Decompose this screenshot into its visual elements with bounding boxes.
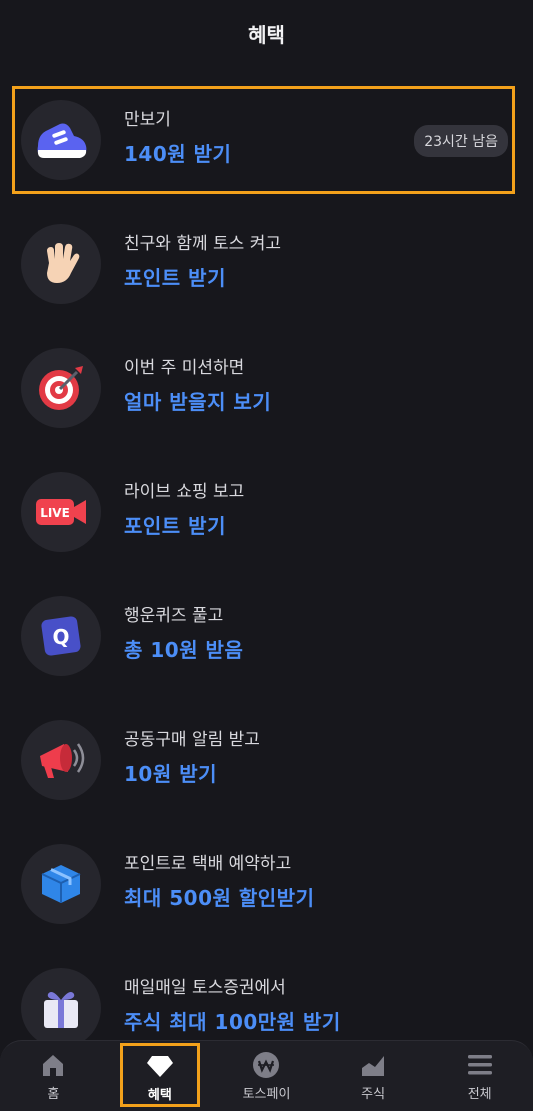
benefit-subtitle: 포인트로 택배 예약하고 [124, 854, 292, 874]
benefit-subtitle: 친구와 함께 토스 켜고 [124, 234, 281, 254]
benefits-page: 혜택 만보기 140원 받기 23시간 남음 친구와 함께 토스 켜고 포인트 … [0, 0, 533, 1111]
benefit-subtitle: 공동구매 알림 받고 [124, 730, 260, 750]
header: 혜택 [0, 0, 533, 66]
benefit-item-weekly-mission[interactable]: 이번 주 미션하면 얼마 받을지 보기 [0, 334, 533, 458]
menu-icon [466, 1051, 494, 1079]
benefit-item-friends[interactable]: 친구와 함께 토스 켜고 포인트 받기 [0, 210, 533, 334]
tab-label: 주식 [361, 1087, 386, 1102]
benefit-reward: 포인트 받기 [124, 266, 226, 290]
benefit-subtitle: 행운퀴즈 풀고 [124, 606, 224, 626]
gift-box-icon [21, 968, 101, 1048]
svg-text:LIVE: LIVE [40, 506, 70, 520]
benefit-subtitle: 이번 주 미션하면 [124, 358, 245, 378]
tab-tosspay[interactable]: 토스페이 [226, 1047, 306, 1111]
svg-text:Q: Q [52, 625, 69, 649]
benefit-reward: 10원 받기 [124, 762, 217, 786]
quiz-q-icon: Q [21, 596, 101, 676]
home-icon [39, 1051, 67, 1079]
won-coin-icon [252, 1051, 280, 1079]
benefit-item-live-shopping[interactable]: LIVE 라이브 쇼핑 보고 포인트 받기 [0, 458, 533, 582]
time-remaining-badge: 23시간 남음 [414, 125, 508, 157]
diamond-icon [146, 1052, 174, 1080]
page-title: 혜택 [248, 22, 285, 47]
sneaker-icon [21, 100, 101, 180]
megaphone-icon [21, 720, 101, 800]
tab-label: 토스페이 [242, 1087, 291, 1102]
benefit-item-parcel[interactable]: 포인트로 택배 예약하고 최대 500원 할인받기 [0, 830, 533, 954]
parcel-box-icon [21, 844, 101, 924]
benefit-reward: 포인트 받기 [124, 514, 226, 538]
benefit-reward: 주식 최대 100만원 받기 [124, 1010, 341, 1034]
live-camera-icon: LIVE [21, 472, 101, 552]
benefit-reward: 최대 500원 할인받기 [124, 886, 315, 910]
target-dart-icon [21, 348, 101, 428]
benefit-reward: 총 10원 받음 [124, 638, 244, 662]
tab-label: 전체 [467, 1087, 492, 1102]
benefit-item-pedometer[interactable]: 만보기 140원 받기 23시간 남음 [12, 86, 515, 194]
benefit-reward: 140원 받기 [124, 142, 232, 166]
tab-all[interactable]: 전체 [440, 1047, 520, 1111]
benefit-item-lucky-quiz[interactable]: Q 행운퀴즈 풀고 총 10원 받음 [0, 582, 533, 706]
waving-hand-icon [21, 224, 101, 304]
benefit-subtitle: 매일매일 토스증권에서 [124, 978, 286, 998]
chart-icon [359, 1051, 387, 1079]
tab-stocks[interactable]: 주식 [333, 1047, 413, 1111]
tab-label: 혜택 [147, 1088, 172, 1103]
benefit-reward: 얼마 받을지 보기 [124, 390, 272, 414]
benefit-item-group-buy[interactable]: 공동구매 알림 받고 10원 받기 [0, 706, 533, 830]
tab-benefits[interactable]: 혜택 [119, 1043, 200, 1107]
tab-label: 홈 [47, 1087, 60, 1102]
benefit-subtitle: 만보기 [124, 110, 171, 130]
benefit-list: 만보기 140원 받기 23시간 남음 친구와 함께 토스 켜고 포인트 받기 [0, 86, 533, 1078]
benefit-subtitle: 라이브 쇼핑 보고 [124, 482, 245, 502]
bottom-tab-bar: 홈 혜택 토스페이 주식 전체 [0, 1040, 533, 1111]
tab-home[interactable]: 홈 [13, 1047, 93, 1111]
